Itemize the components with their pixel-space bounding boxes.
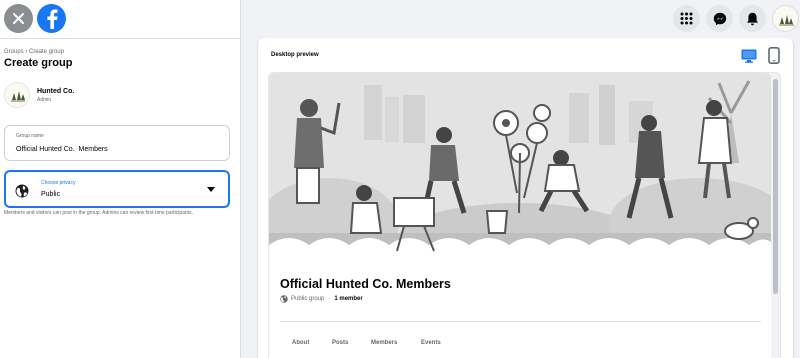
privacy-value: Public xyxy=(41,191,61,198)
privacy-help-text: Members and visitors can post in the gro… xyxy=(4,210,193,216)
hunted-co-logo-icon xyxy=(11,91,25,102)
facebook-logo[interactable] xyxy=(37,4,66,33)
desktop-preview-panel: Desktop preview Official Hunted Co. Memb… xyxy=(258,38,793,358)
preview-scrollbar[interactable] xyxy=(771,73,780,358)
tabs-divider xyxy=(280,321,761,322)
admin-name: Hunted Co. xyxy=(37,88,75,95)
header-divider xyxy=(0,38,241,39)
messenger-button[interactable] xyxy=(706,5,733,32)
privacy-select[interactable]: Choose privacy Public xyxy=(4,170,230,208)
mobile-icon[interactable] xyxy=(768,47,780,64)
privacy-label: Choose privacy xyxy=(41,180,76,186)
tab-about[interactable]: About xyxy=(292,340,309,346)
group-name-field[interactable]: Group name Official Hunted Co. Members xyxy=(4,125,230,161)
tab-members[interactable]: Members xyxy=(371,340,397,346)
profile-avatar[interactable] xyxy=(772,5,799,32)
tab-posts[interactable]: Posts xyxy=(332,340,348,346)
menu-button[interactable] xyxy=(673,5,700,32)
group-name-label: Group name xyxy=(16,133,44,139)
tab-events[interactable]: Events xyxy=(421,340,441,346)
preview-label: Desktop preview xyxy=(271,52,319,58)
messenger-icon xyxy=(713,12,726,25)
menu-grid-icon xyxy=(680,12,693,25)
dropdown-caret-icon xyxy=(207,187,215,192)
group-privacy-text: Public group xyxy=(291,296,325,302)
scrollbar-thumb[interactable] xyxy=(773,79,778,294)
group-preview-frame: Official Hunted Co. Members Public group… xyxy=(268,72,781,358)
member-count: 1 member xyxy=(334,296,363,302)
globe-icon xyxy=(15,184,29,198)
admin-avatar xyxy=(4,82,30,108)
hunted-co-logo-icon xyxy=(779,15,794,26)
create-group-sidebar: Groups › Create group Create group Hunte… xyxy=(0,0,241,358)
close-icon xyxy=(13,13,24,24)
group-title: Official Hunted Co. Members xyxy=(280,277,451,291)
group-name-input[interactable]: Official Hunted Co. Members xyxy=(16,146,108,153)
close-button[interactable] xyxy=(4,4,33,33)
page-title: Create group xyxy=(4,57,73,69)
notifications-button[interactable] xyxy=(739,5,766,32)
meta-separator: · xyxy=(328,296,331,302)
admin-role: Admin xyxy=(37,97,52,103)
cover-illustration xyxy=(269,73,772,261)
facebook-f-icon xyxy=(46,9,58,29)
breadcrumb[interactable]: Groups › Create group xyxy=(4,49,64,55)
group-meta: Public group · 1 member xyxy=(280,295,363,303)
desktop-icon[interactable] xyxy=(741,49,757,63)
notifications-bell-icon xyxy=(747,12,758,25)
globe-icon xyxy=(280,295,288,303)
